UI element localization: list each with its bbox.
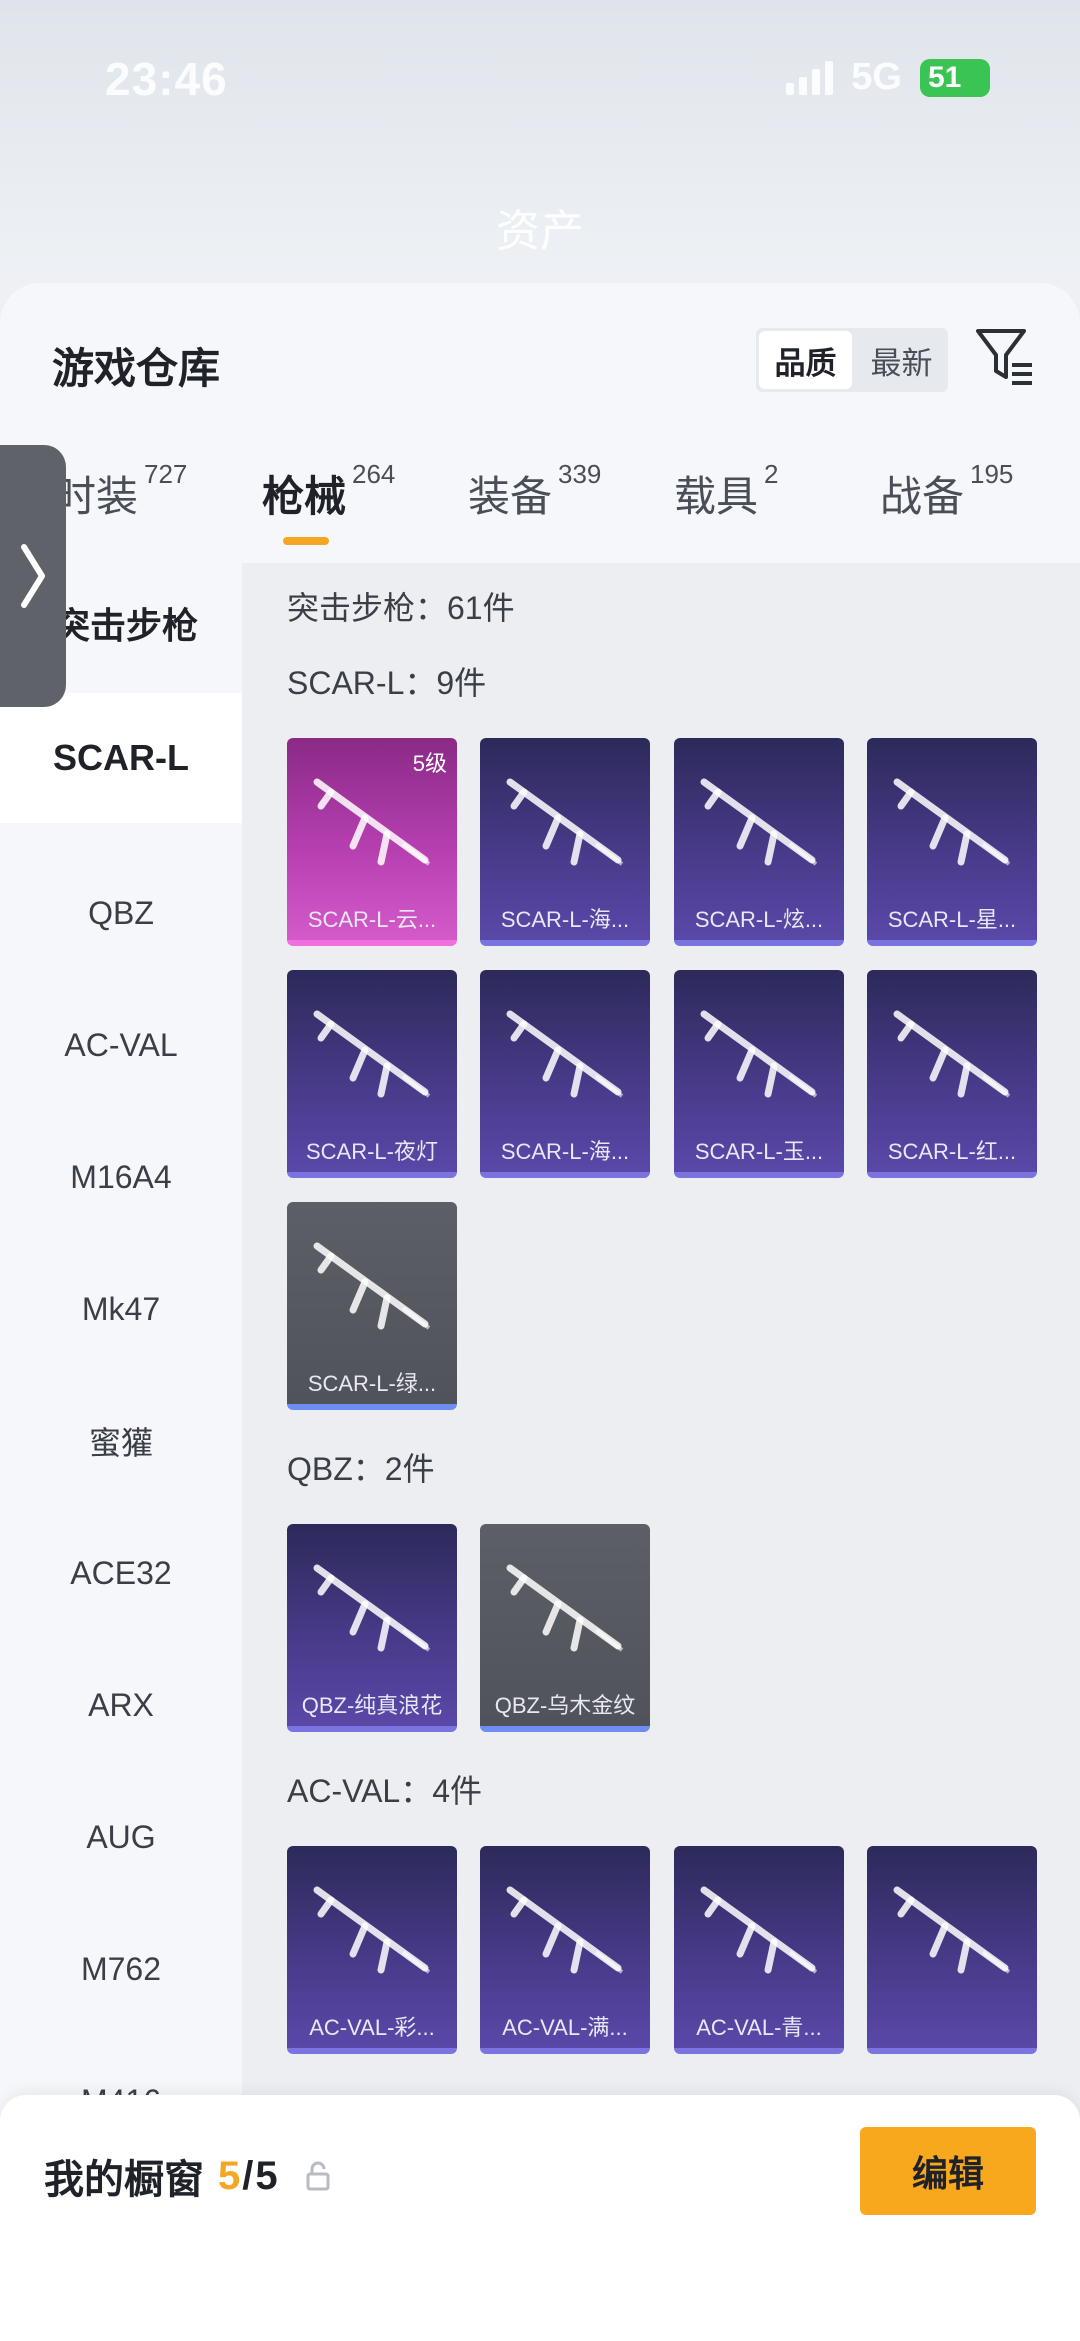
status-indicators: 5G 51: [786, 56, 990, 99]
skin-name: SCAR-L-炫...: [694, 907, 824, 932]
filter-icon[interactable]: [974, 325, 1034, 389]
network-type: 5G: [851, 56, 902, 98]
skin-name: AC-VAL-青...: [696, 2015, 822, 2040]
showcase-total-count: 5: [255, 2153, 278, 2198]
tab-vehicles[interactable]: 载具 2: [674, 459, 778, 524]
skin-tile[interactable]: QBZ-乌木金纹: [480, 1524, 650, 1732]
skin-tile[interactable]: AC-VAL-青...: [674, 1846, 844, 2054]
skin-name: SCAR-L-海...: [500, 1139, 630, 1164]
skin-name: QBZ-乌木金纹: [494, 1693, 636, 1718]
showcase-separator: /: [242, 2153, 254, 2198]
sort-newest-button[interactable]: 最新: [855, 328, 948, 392]
section-label: SCAR-L：9件: [287, 665, 487, 701]
skin-name: SCAR-L-云...: [307, 907, 437, 932]
skin-tile[interactable]: AC-VAL-彩...: [287, 1846, 457, 2054]
group-summary: 突击步枪：61件: [287, 590, 515, 626]
category-item[interactable]: 蜜獾: [0, 1401, 242, 1481]
category-item[interactable]: AC-VAL: [0, 1005, 242, 1085]
warehouse-title: 游戏仓库: [52, 345, 221, 392]
expand-panel-handle[interactable]: [0, 445, 66, 707]
skin-tile[interactable]: SCAR-L-海...: [480, 970, 650, 1178]
skin-tile[interactable]: SCAR-L-玉...: [674, 970, 844, 1178]
skin-tile[interactable]: SCAR-L-海...: [480, 738, 650, 946]
section-label: AC-VAL：4件: [287, 1773, 483, 1809]
category-item[interactable]: M762: [0, 1929, 242, 2009]
skin-name: SCAR-L-绿...: [307, 1371, 437, 1396]
showcase-bar: 我的橱窗 5 / 5 编辑: [0, 2095, 1080, 2341]
tab-equipment[interactable]: 装备 339: [468, 459, 601, 524]
skin-name: AC-VAL-彩...: [309, 2015, 435, 2040]
weapon-skin-grid: 突击步枪：61件 SCAR-L：9件 5级 SCAR-L-云... SCAR-L-海.…: [242, 563, 1080, 2341]
skin-tile[interactable]: SCAR-L-夜灯: [287, 970, 457, 1178]
edit-showcase-button[interactable]: 编辑: [860, 2127, 1036, 2215]
skin-tile[interactable]: 5级 SCAR-L-云...: [287, 738, 457, 946]
skin-tile[interactable]: [867, 1846, 1037, 2054]
skin-name: QBZ-纯真浪花: [301, 1693, 443, 1718]
skin-tile[interactable]: QBZ-纯真浪花: [287, 1524, 457, 1732]
battery-indicator: 51: [920, 58, 990, 97]
category-item-selected[interactable]: SCAR-L: [0, 693, 242, 823]
category-item[interactable]: QBZ: [0, 873, 242, 953]
category-item[interactable]: AUG: [0, 1797, 242, 1877]
section-label: QBZ：2件: [287, 1451, 435, 1487]
skin-name: SCAR-L-夜灯: [305, 1139, 438, 1164]
tab-guns[interactable]: 枪械 264: [262, 459, 395, 524]
tab-costume[interactable]: 时装 727: [54, 459, 187, 524]
lock-icon: [306, 2161, 330, 2191]
chevron-right-icon: [21, 544, 45, 608]
category-item[interactable]: ACE32: [0, 1533, 242, 1613]
tab-supplies[interactable]: 战备 195: [880, 459, 1013, 524]
skin-tile[interactable]: SCAR-L-星...: [867, 738, 1037, 946]
skin-tile[interactable]: SCAR-L-炫...: [674, 738, 844, 946]
category-item[interactable]: Mk47: [0, 1269, 242, 1349]
skin-name: SCAR-L-海...: [500, 907, 630, 932]
skin-name: SCAR-L-星...: [887, 907, 1017, 932]
category-item[interactable]: M16A4: [0, 1137, 242, 1217]
skin-name: SCAR-L-红...: [887, 1139, 1017, 1164]
status-time: 23:46: [105, 53, 228, 105]
signal-icon: [786, 60, 834, 95]
page-title: 资产: [496, 207, 584, 256]
weapon-category-list: 突击步枪 SCAR-L QBZ AC-VAL M16A4 Mk47 蜜獾 ACE…: [0, 563, 242, 2341]
showcase-used-count: 5: [218, 2153, 241, 2198]
skin-name: AC-VAL-满...: [502, 2015, 628, 2040]
skin-tile[interactable]: SCAR-L-红...: [867, 970, 1037, 1178]
active-tab-indicator: [283, 537, 329, 545]
showcase-label: 我的橱窗: [44, 2158, 204, 2202]
category-item[interactable]: ARX: [0, 1665, 242, 1745]
skin-tile[interactable]: AC-VAL-满...: [480, 1846, 650, 2054]
top-header-area: 23:46 5G 51 资产: [0, 0, 1080, 290]
showcase-info: 我的橱窗 5 / 5: [44, 2147, 332, 2205]
skin-name: SCAR-L-玉...: [694, 1139, 824, 1164]
skin-tile[interactable]: SCAR-L-绿...: [287, 1202, 457, 1410]
warehouse-card: 游戏仓库 品质 最新 时装 727 枪械 264 装备 339 载具 2 战备 195 突…: [0, 283, 1080, 2341]
sort-quality-button[interactable]: 品质: [759, 331, 852, 389]
sort-toggle: 品质 最新: [756, 328, 948, 392]
category-tabs: 时装 727 枪械 264 装备 339 载具 2 战备 195: [0, 459, 1080, 563]
